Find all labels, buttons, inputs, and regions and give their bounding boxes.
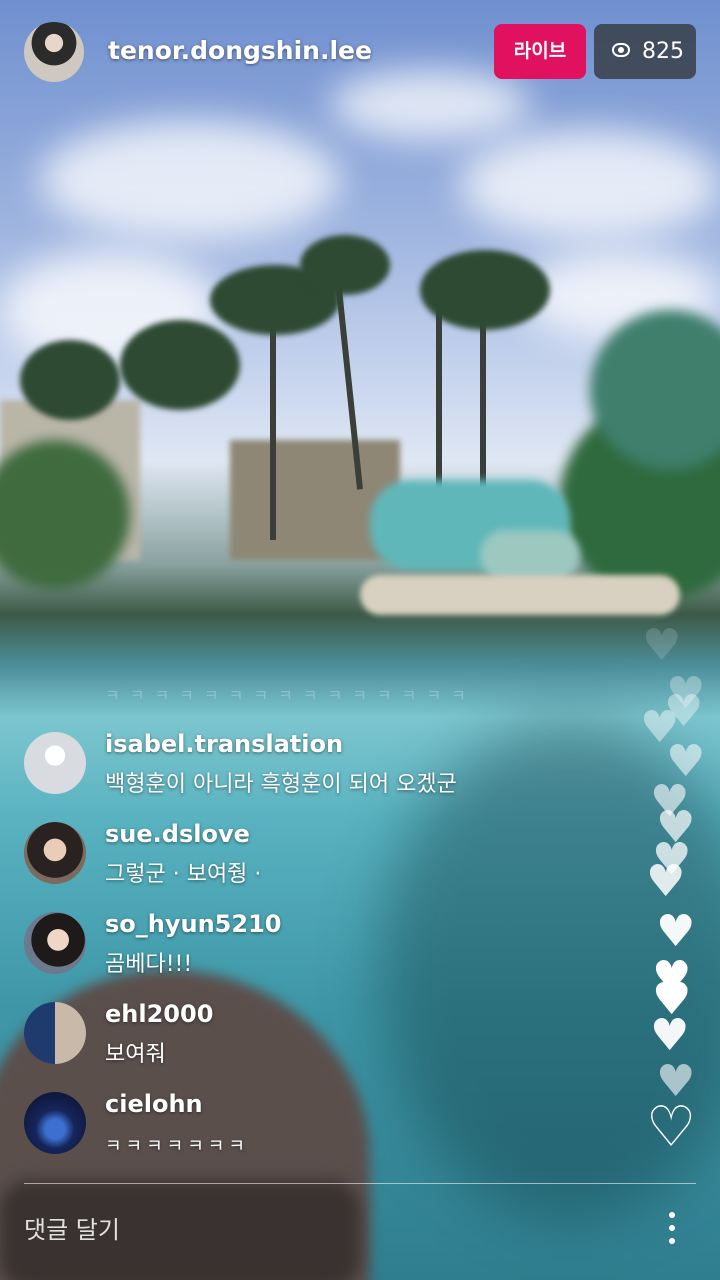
heart-icon: ♥ (656, 906, 696, 957)
floating-hearts: ♥ ♥ ♥ ♥ ♥ ♥ ♥ ♥ ♥ ♥ ♥ ♥ ♥ ♥ (636, 610, 716, 1170)
user-avatar[interactable] (24, 912, 86, 974)
comment-username[interactable]: so_hyun5210 (105, 910, 281, 938)
live-video-background (0, 0, 720, 1280)
comment-username[interactable]: sue.dslove (105, 820, 250, 848)
comment-item: so_hyun5210 곰베다!!! (24, 910, 624, 992)
comment-item: sue.dslove 그렇군 · 보여줭 · (24, 820, 624, 902)
heart-outline-icon[interactable]: ♡ (646, 1100, 696, 1156)
more-vertical-icon[interactable] (660, 1208, 684, 1248)
user-avatar[interactable] (24, 1002, 86, 1064)
comment-username[interactable]: cielohn (105, 1090, 203, 1118)
comment-text: ㅋㅋㅋㅋㅋㅋㅋ (105, 1136, 249, 1157)
live-badge: 라이브 (494, 24, 586, 79)
comment-username[interactable]: ehl2000 (105, 1000, 213, 1028)
host-username[interactable]: tenor.dongshin.lee (108, 36, 372, 65)
default-avatar-icon[interactable] (24, 732, 86, 794)
comment-text: 백형훈이 아니라 흑형훈이 되어 오겠군 (105, 772, 457, 797)
eye-icon (612, 43, 630, 57)
user-avatar[interactable] (24, 822, 86, 884)
comment-username[interactable]: isabel.translation (105, 730, 343, 758)
faded-comment: ㅋㅋㅋㅋㅋㅋㅋㅋㅋㅋㅋㅋㅋㅋㅋ (105, 686, 476, 705)
user-avatar[interactable] (24, 1092, 86, 1154)
comment-text: 곰베다!!! (105, 952, 193, 977)
heart-icon: ♥ (650, 1010, 690, 1061)
comment-item: ehl2000 보여줘 (24, 1000, 624, 1082)
comment-input[interactable]: 댓글 달기 (24, 1210, 120, 1245)
host-avatar[interactable] (24, 22, 84, 82)
comment-item: isabel.translation 백형훈이 아니라 흑형훈이 되어 오겠군 (24, 730, 624, 812)
comment-item: cielohn ㅋㅋㅋㅋㅋㅋㅋ (24, 1090, 624, 1172)
heart-icon: ♥ (646, 856, 686, 907)
comment-text: 보여줘 (105, 1042, 166, 1067)
heart-icon: ♥ (642, 620, 682, 671)
viewer-count: 825 (642, 39, 684, 64)
comment-text: 그렇군 · 보여줭 · (105, 862, 262, 887)
divider (24, 1183, 696, 1184)
viewer-count-pill[interactable]: 825 (594, 24, 696, 79)
live-header: tenor.dongshin.lee 라이브 825 (0, 0, 720, 110)
